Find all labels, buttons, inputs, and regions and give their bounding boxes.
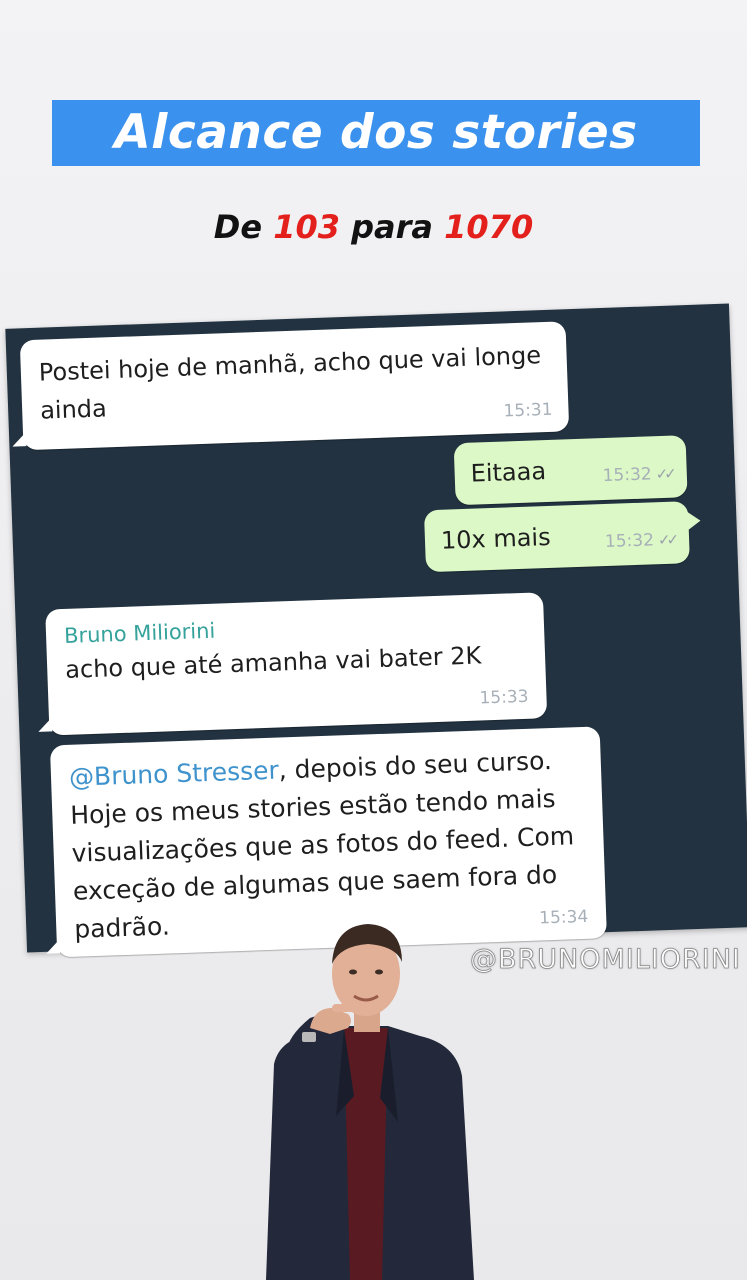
pointing-finger-shape <box>332 1004 356 1012</box>
message-text: Eitaaa <box>470 457 547 488</box>
message-time: 15:33 <box>479 686 529 709</box>
outgoing-message: 10x mais 15:32 ✓✓ <box>423 501 690 573</box>
watch-shape <box>302 1032 316 1042</box>
outgoing-message: Eitaaa 15:32 ✓✓ <box>453 435 688 506</box>
reach-before-value: 103 <box>273 208 340 246</box>
incoming-message: Bruno Miliorini acho que até amanha vai … <box>45 592 548 736</box>
user-mention-link[interactable]: @Bruno Stresser <box>69 756 280 792</box>
message-time: 15:34 <box>538 906 589 929</box>
double-check-icon: ✓✓ <box>657 530 676 550</box>
double-check-icon: ✓✓ <box>655 464 674 484</box>
reach-after-value: 1070 <box>444 208 534 246</box>
message-text: acho que até amanha vai bater 2K <box>64 641 482 684</box>
message-time: 15:32 <box>604 530 655 553</box>
reach-subtitle: De 103 para 1070 <box>0 208 747 246</box>
eye-left-shape <box>349 969 357 975</box>
subtitle-middle: para <box>351 208 433 246</box>
message-text: Postei hoje de manhã, acho que vai longe… <box>38 341 542 425</box>
message-time-group: 15:32 ✓✓ <box>605 530 676 552</box>
message-time-group: 15:32 ✓✓ <box>602 464 673 486</box>
message-time: 15:32 <box>602 464 653 487</box>
eye-right-shape <box>375 969 383 975</box>
chat-screenshot: Postei hoje de manhã, acho que vai longe… <box>5 303 747 958</box>
shirt-shape <box>344 1028 388 1280</box>
message-time: 15:31 <box>503 399 553 422</box>
message-text: 10x mais <box>440 522 552 555</box>
incoming-message: Postei hoje de manhã, acho que vai longe… <box>19 321 570 451</box>
creator-handle-watermark: @BRUNOMILIORINI <box>470 944 741 976</box>
subtitle-prefix: De <box>213 208 263 246</box>
story-headline: Alcance dos stories <box>52 100 700 166</box>
presenter-figure <box>266 924 474 1280</box>
